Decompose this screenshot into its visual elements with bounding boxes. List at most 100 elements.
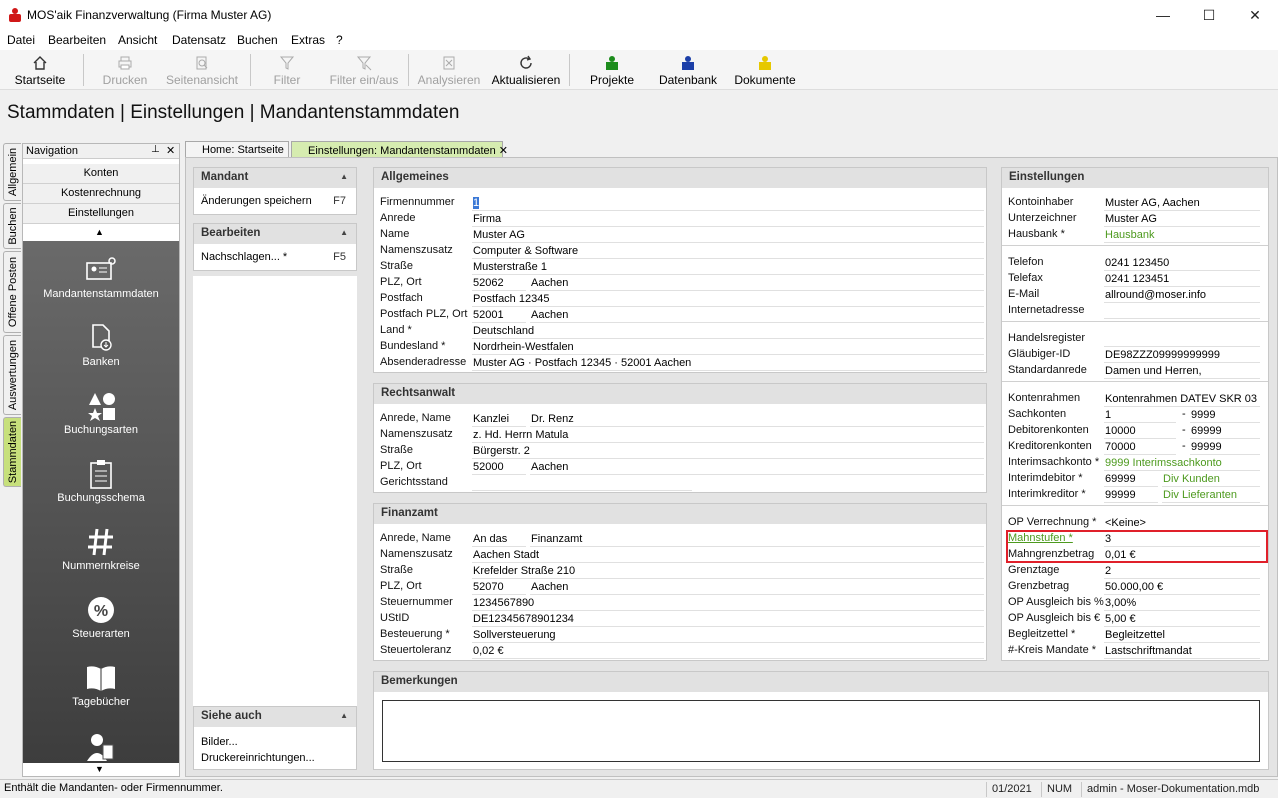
nachschlagen-link[interactable]: Nachschlagen... * [201, 251, 287, 263]
field-input[interactable]: Computer & Software [472, 244, 984, 259]
nav-group-konten[interactable]: Konten [23, 164, 179, 184]
setting-input[interactable] [1104, 304, 1260, 319]
menu-buchen[interactable]: Buchen [237, 33, 278, 47]
collapse-icon[interactable]: ▲ [340, 711, 348, 720]
field-input[interactable]: Bürgerstr. 2 [472, 444, 984, 459]
field-input[interactable]: An das [472, 532, 526, 547]
setting-input[interactable]: 99999 [1104, 488, 1158, 503]
siehe-auch-header[interactable]: Siehe auch ▲ [194, 707, 356, 727]
close-nav-icon[interactable]: ✕ [166, 144, 175, 157]
maximize-button[interactable]: ☐ [1186, 0, 1232, 30]
menu-extras[interactable]: Extras [291, 33, 325, 47]
aenderungen-speichern-link[interactable]: Änderungen speichern [201, 195, 312, 207]
field-input[interactable]: Postfach 12345 [472, 292, 984, 307]
nav-item-tagebuecher[interactable]: Tagebücher [23, 663, 179, 708]
mandant-panel-header[interactable]: Mandant ▲ [194, 168, 356, 188]
vtab-buchen[interactable]: Buchen [3, 203, 21, 249]
menu-datensatz[interactable]: Datensatz [172, 33, 226, 47]
drucken-button[interactable]: Drucken [96, 52, 154, 88]
scroll-up-icon[interactable]: ▲ [95, 227, 104, 237]
field-input[interactable]: 52001 [472, 308, 526, 323]
scroll-down-icon[interactable]: ▼ [95, 764, 104, 774]
setting-input[interactable]: allround@moser.info [1104, 288, 1260, 303]
field-input[interactable]: 52070 [472, 580, 526, 595]
vtab-stammdaten[interactable]: Stammdaten [3, 417, 21, 487]
field-input[interactable]: Musterstraße 1 [472, 260, 984, 275]
setting-input[interactable]: Lastschriftmandat [1104, 644, 1260, 659]
startseite-button[interactable]: Startseite [10, 52, 70, 88]
tab-mandantenstammdaten[interactable]: Einstellungen: Mandantenstammdaten ✕ [291, 141, 508, 158]
setting-input[interactable]: Hausbank [1104, 228, 1260, 243]
druckereinrichtungen-link[interactable]: Druckereinrichtungen... [201, 752, 315, 764]
field-input-secondary[interactable]: Aachen [530, 460, 984, 475]
projekte-button[interactable]: Projekte [582, 52, 642, 88]
field-input-secondary[interactable]: Aachen [530, 308, 984, 323]
setting-input[interactable]: 0241 123451 [1104, 272, 1260, 287]
filter-button[interactable]: Filter [262, 52, 312, 88]
menu-help[interactable]: ? [336, 33, 343, 47]
field-input[interactable]: Muster AG [472, 228, 984, 243]
setting-input-to[interactable]: 9999 [1190, 408, 1260, 423]
field-input-secondary[interactable]: Aachen [530, 276, 984, 291]
menu-bearbeiten[interactable]: Bearbeiten [48, 33, 106, 47]
field-input-secondary[interactable]: Dr. Renz [530, 412, 984, 427]
field-input[interactable]: 52062 [472, 276, 526, 291]
setting-input[interactable]: <Keine> [1104, 516, 1260, 531]
field-input[interactable]: Kanzlei [472, 412, 526, 427]
tab-home-startseite[interactable]: Home: Startseite [185, 141, 289, 158]
nav-item-buchungsarten[interactable]: Buchungsarten [23, 391, 179, 436]
field-input[interactable]: Firma [472, 212, 984, 227]
setting-input[interactable]: 3,00% [1104, 596, 1260, 611]
nav-item-steuerarten[interactable]: % Steuerarten [23, 595, 179, 640]
bemerkungen-textarea[interactable] [382, 700, 1260, 762]
field-input[interactable]: 52000 [472, 460, 526, 475]
field-input[interactable]: DE12345678901234 [472, 612, 984, 627]
menu-ansicht[interactable]: Ansicht [118, 33, 157, 47]
field-input[interactable]: Nordrhein-Westfalen [472, 340, 984, 355]
setting-input[interactable]: 10000 [1104, 424, 1176, 439]
datenbank-button[interactable]: Datenbank [655, 52, 721, 88]
nav-group-kostenrechnung[interactable]: Kostenrechnung [23, 184, 179, 204]
nav-item-nummernkreise[interactable]: Nummernkreise [23, 527, 179, 572]
vtab-allgemein[interactable]: Allgemein [3, 143, 21, 201]
minimize-button[interactable]: — [1140, 0, 1186, 30]
setting-input[interactable]: Damen und Herren, [1104, 364, 1260, 379]
setting-input[interactable]: Muster AG [1104, 212, 1260, 227]
field-input-secondary[interactable]: Finanzamt [530, 532, 984, 547]
seitenansicht-button[interactable]: Seitenansicht [162, 52, 242, 88]
setting-input[interactable]: Kontenrahmen DATEV SKR 03 [1104, 392, 1260, 407]
setting-input[interactable]: Muster AG, Aachen [1104, 196, 1260, 211]
setting-input[interactable]: Begleitzettel [1104, 628, 1260, 643]
setting-input[interactable]: 50.000,00 € [1104, 580, 1260, 595]
nav-item-partial[interactable] [23, 731, 179, 761]
setting-input[interactable]: 5,00 € [1104, 612, 1260, 627]
collapse-icon[interactable]: ▲ [340, 172, 348, 181]
setting-input-secondary[interactable]: Div Kunden [1162, 472, 1260, 487]
analysieren-button[interactable]: Analysieren [416, 52, 482, 88]
setting-input[interactable]: 69999 [1104, 472, 1158, 487]
field-input[interactable] [472, 476, 692, 491]
close-window-button[interactable]: ✕ [1232, 0, 1278, 30]
nav-item-mandantenstammdaten[interactable]: Mandantenstammdaten [23, 255, 179, 300]
setting-input[interactable]: 2 [1104, 564, 1260, 579]
tab-close-icon[interactable]: ✕ [499, 145, 508, 157]
field-input[interactable]: Deutschland [472, 324, 984, 339]
field-input[interactable]: 1 [472, 196, 984, 211]
menu-datei[interactable]: Datei [7, 33, 35, 47]
vtab-auswertungen[interactable]: Auswertungen [3, 335, 21, 415]
field-input[interactable]: Sollversteuerung [472, 628, 984, 643]
pin-icon[interactable]: ⊥ [151, 144, 160, 155]
setting-input-secondary[interactable]: Div Lieferanten [1162, 488, 1260, 503]
field-input[interactable]: 0,02 € [472, 644, 984, 659]
vtab-offene-posten[interactable]: Offene Posten [3, 251, 21, 333]
field-input[interactable]: 1234567890 [472, 596, 984, 611]
setting-input[interactable]: 1 [1104, 408, 1176, 423]
setting-input[interactable]: 70000 [1104, 440, 1176, 455]
setting-input[interactable]: 9999 Interimssachkonto [1104, 456, 1260, 471]
field-input-secondary[interactable]: Aachen [530, 580, 984, 595]
field-input[interactable]: Krefelder Straße 210 [472, 564, 984, 579]
dokumente-button[interactable]: Dokumente [730, 52, 800, 88]
nav-group-einstellungen[interactable]: Einstellungen [23, 204, 179, 224]
filter-toggle-button[interactable]: Filter ein/aus [326, 52, 402, 88]
field-input[interactable]: z. Hd. Herrn Matula [472, 428, 984, 443]
